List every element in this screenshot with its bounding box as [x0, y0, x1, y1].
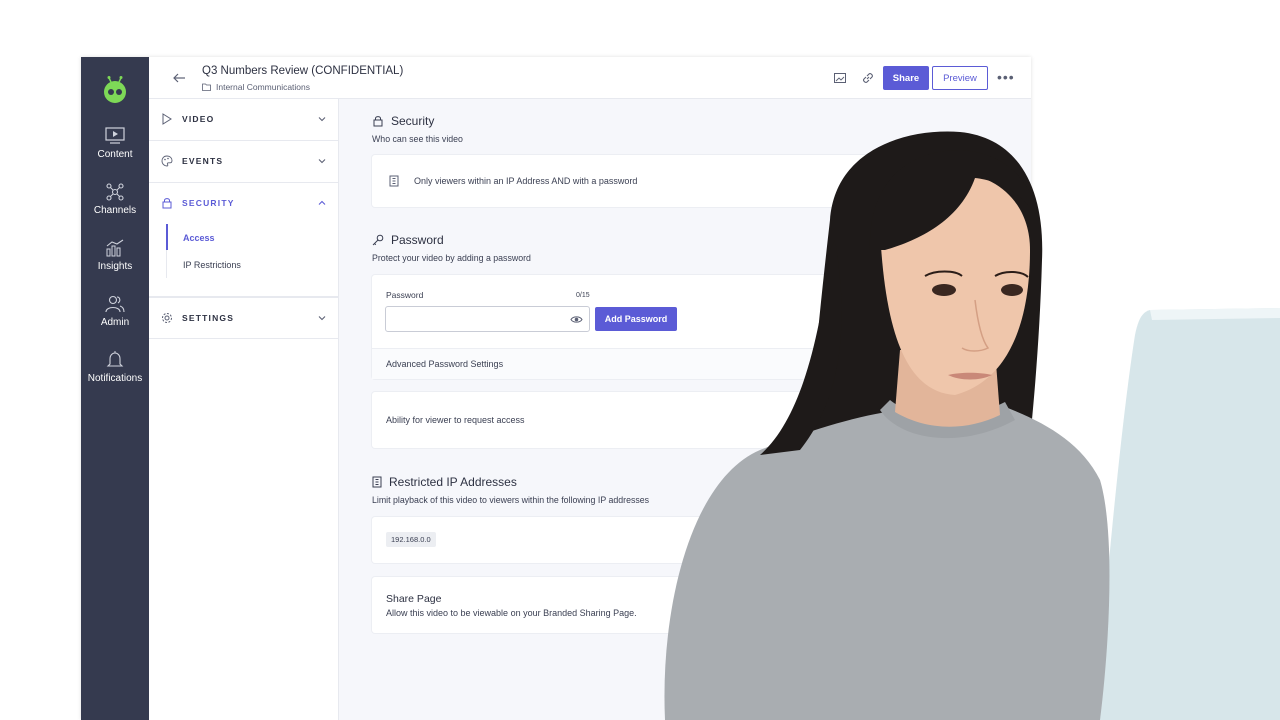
add-password-button[interactable]: Add Password — [595, 307, 677, 331]
password-input[interactable] — [385, 306, 590, 332]
ip-address-chip[interactable]: 192.168.0.0 — [386, 532, 436, 547]
rail-label: Channels — [93, 205, 137, 216]
sidebar-section-settings[interactable]: SETTINGS — [149, 297, 339, 339]
back-arrow-icon[interactable] — [171, 70, 187, 86]
security-heading: Security — [372, 114, 434, 128]
main-content: Security Who can see this video Only vie… — [339, 99, 1031, 720]
breadcrumb[interactable]: Internal Communications — [202, 82, 310, 92]
security-subtitle: Who can see this video — [372, 134, 463, 144]
eye-icon[interactable] — [570, 314, 583, 325]
share-page-card[interactable]: Share Page Allow this video to be viewab… — [372, 577, 998, 633]
channels-icon — [106, 183, 124, 201]
folder-name: Internal Communications — [216, 82, 311, 92]
request-access-label: Ability for viewer to request access — [386, 415, 525, 425]
insights-icon — [106, 239, 124, 257]
sidebar-section-events[interactable]: EVENTS — [149, 141, 339, 183]
password-heading: Password — [372, 233, 444, 247]
ip-heading: Restricted IP Addresses — [372, 475, 517, 489]
sidebar-section-security[interactable]: SECURITY — [149, 183, 339, 297]
rail-item-notifications[interactable]: Notifications — [81, 351, 149, 384]
folder-icon — [202, 83, 211, 91]
password-field-label: Password — [386, 290, 424, 300]
sidebar-item-ip-restrictions[interactable]: IP Restrictions — [183, 260, 241, 270]
content-icon — [105, 127, 125, 144]
rail-label: Admin — [100, 317, 130, 328]
heading-text: Password — [391, 233, 444, 247]
building-icon — [372, 476, 382, 488]
advanced-label: Advanced Password Settings — [386, 359, 504, 369]
bell-icon — [106, 351, 124, 367]
share-page-title: Share Page — [386, 593, 442, 605]
preview-button[interactable]: Preview — [932, 66, 988, 90]
section-label: SETTINGS — [182, 313, 235, 323]
gear-icon — [162, 313, 172, 323]
advanced-password-settings[interactable]: Advanced Password Settings — [372, 348, 998, 379]
rail-item-channels[interactable]: Channels — [81, 183, 149, 216]
password-card: Password 0/15 Add Password Advanced Pass… — [372, 275, 998, 379]
page-title: Q3 Numbers Review (CONFIDENTIAL) — [202, 65, 404, 77]
rail-item-admin[interactable]: Admin — [81, 295, 149, 328]
top-bar: Q3 Numbers Review (CONFIDENTIAL) Interna… — [149, 57, 1031, 99]
palette-icon — [161, 155, 173, 167]
chevron-down-icon — [318, 316, 326, 321]
rail-label: Content — [97, 149, 133, 160]
heading-text: Restricted IP Addresses — [389, 475, 517, 489]
share-button[interactable]: Share — [883, 66, 929, 90]
left-rail: Content Channels Insights Admin Notifica… — [81, 57, 149, 720]
password-subtitle: Protect your video by adding a password — [372, 253, 531, 263]
section-label: VIDEO — [182, 114, 215, 124]
share-page-subtitle: Allow this video to be viewable on your … — [386, 608, 637, 618]
heading-text: Security — [391, 114, 435, 128]
request-access-card[interactable]: Ability for viewer to request access — [372, 392, 998, 448]
lock-icon — [162, 198, 172, 209]
chevron-down-icon — [318, 117, 326, 122]
ip-list-card: 192.168.0.0 — [372, 517, 998, 563]
app-window: Content Channels Insights Admin Notifica… — [81, 57, 1031, 720]
image-icon[interactable] — [833, 71, 847, 85]
app-logo-icon — [104, 76, 126, 103]
key-icon — [372, 234, 384, 246]
security-option-card[interactable]: Only viewers within an IP Address AND wi… — [372, 155, 998, 207]
building-icon — [389, 175, 399, 187]
link-icon[interactable] — [861, 71, 875, 85]
settings-sidebar: VIDEO EVENTS SECURITY Access IP Restrict… — [149, 99, 339, 720]
admin-icon — [105, 295, 125, 313]
more-options-icon[interactable]: ••• — [997, 69, 1015, 85]
lock-icon — [373, 116, 383, 127]
rail-label: Notifications — [87, 373, 143, 384]
section-label: SECURITY — [182, 198, 235, 208]
rail-item-insights[interactable]: Insights — [81, 239, 149, 272]
password-char-counter: 0/15 — [576, 292, 590, 299]
section-label: EVENTS — [182, 156, 224, 166]
security-option-text: Only viewers within an IP Address AND wi… — [414, 176, 638, 186]
rail-item-content[interactable]: Content — [81, 127, 149, 160]
rail-label: Insights — [97, 261, 133, 272]
play-icon — [162, 113, 172, 125]
active-indicator — [166, 224, 168, 250]
sidebar-item-access[interactable]: Access — [183, 233, 215, 243]
ip-subtitle: Limit playback of this video to viewers … — [372, 495, 650, 505]
sidebar-section-video[interactable]: VIDEO — [149, 99, 339, 141]
sub-nav-line — [166, 250, 167, 278]
chevron-down-icon — [318, 159, 326, 164]
chevron-up-icon — [318, 200, 326, 205]
